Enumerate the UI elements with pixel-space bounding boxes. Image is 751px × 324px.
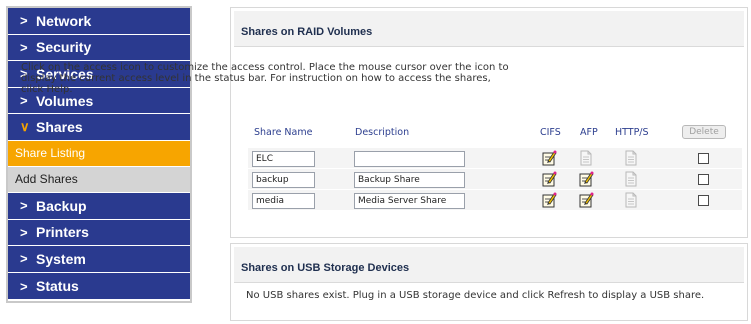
http-access-icon[interactable] xyxy=(624,150,639,166)
column-header-share-name: Share Name xyxy=(254,127,313,138)
sidebar-item-label: Printers xyxy=(36,224,89,241)
afp-access-icon[interactable] xyxy=(579,150,594,166)
sidebar-subitem-share-listing[interactable]: Share Listing xyxy=(8,140,190,167)
chevron-right-icon: > xyxy=(20,39,28,55)
afp-access-icon[interactable] xyxy=(579,192,594,208)
chevron-right-icon: > xyxy=(20,278,28,294)
sidebar-item-label: Status xyxy=(36,278,79,295)
afp-access-icon[interactable] xyxy=(579,171,594,187)
cifs-access-icon[interactable] xyxy=(542,192,557,208)
delete-button[interactable]: Delete xyxy=(682,125,726,139)
chevron-right-icon: > xyxy=(20,198,28,214)
delete-checkbox[interactable] xyxy=(698,195,709,206)
sidebar-item-backup[interactable]: > Backup xyxy=(8,192,190,220)
share-description-field[interactable]: Media Server Share xyxy=(354,193,465,209)
sidebar-subitem-add-shares[interactable]: Add Shares xyxy=(8,166,190,193)
http-access-icon[interactable] xyxy=(624,171,639,187)
sidebar-item-network[interactable]: > Network xyxy=(8,8,190,35)
table-row: backup Backup Share xyxy=(248,168,742,189)
column-header-description: Description xyxy=(355,127,410,138)
usb-shares-panel: Shares on USB Storage Devices xyxy=(230,243,748,321)
chevron-right-icon: > xyxy=(20,93,28,109)
sidebar-item-label: Network xyxy=(36,12,92,29)
table-row: media Media Server Share xyxy=(248,189,742,210)
column-header-http: HTTP/S xyxy=(615,127,649,138)
sidebar-item-printers[interactable]: > Printers xyxy=(8,219,190,247)
column-header-cifs: CIFS xyxy=(540,127,561,138)
sidebar-item-label: Shares xyxy=(36,119,83,136)
sidebar-item-security[interactable]: > Security xyxy=(8,34,190,62)
chevron-right-icon: > xyxy=(20,13,28,29)
sidebar-item-system[interactable]: > System xyxy=(8,246,190,273)
share-description-field[interactable] xyxy=(354,151,465,167)
share-description-field[interactable]: Backup Share xyxy=(354,172,465,188)
sidebar-item-label: Security xyxy=(36,39,92,56)
sidebar-nav: > Network > Security > Services > Volume… xyxy=(6,6,192,303)
column-header-afp: AFP xyxy=(580,127,598,138)
chevron-down-icon: ∨ xyxy=(20,119,30,135)
panel-title: Shares on RAID Volumes xyxy=(234,11,744,47)
sidebar-item-label: System xyxy=(36,250,86,267)
cifs-access-icon[interactable] xyxy=(542,171,557,187)
delete-checkbox[interactable] xyxy=(698,174,709,185)
sidebar-subitem-label: Share Listing xyxy=(15,146,86,161)
sidebar-item-label: Backup xyxy=(36,197,87,214)
share-name-field[interactable]: ELC xyxy=(252,151,315,167)
chevron-right-icon: > xyxy=(20,251,28,267)
instructions-text: Click on the access icon to customize th… xyxy=(21,62,509,95)
http-access-icon[interactable] xyxy=(624,192,639,208)
usb-empty-message: No USB shares exist. Plug in a USB stora… xyxy=(246,290,705,301)
table-row: ELC xyxy=(248,147,742,168)
sidebar-item-status[interactable]: > Status xyxy=(8,272,190,300)
share-name-field[interactable]: media xyxy=(252,193,315,209)
sidebar-item-shares[interactable]: ∨ Shares xyxy=(8,114,190,141)
cifs-access-icon[interactable] xyxy=(542,150,557,166)
chevron-right-icon: > xyxy=(20,224,28,240)
panel-title: Shares on USB Storage Devices xyxy=(234,247,744,283)
sidebar-subitem-label: Add Shares xyxy=(15,172,78,187)
share-name-field[interactable]: backup xyxy=(252,172,315,188)
delete-checkbox[interactable] xyxy=(698,153,709,164)
